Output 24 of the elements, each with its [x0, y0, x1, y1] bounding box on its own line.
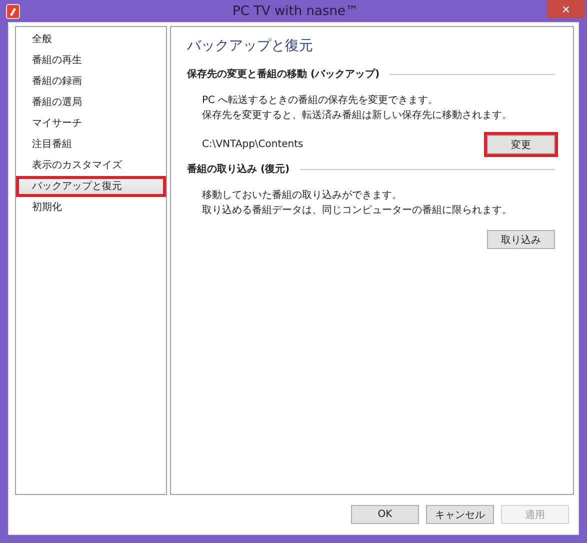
close-button[interactable]: ×: [547, 0, 586, 18]
app-icon: [6, 4, 20, 18]
action-button[interactable]: 取り込み: [487, 230, 555, 249]
window-title: PC TV with nasne™: [232, 4, 358, 18]
sidebar-item[interactable]: 番組の選局: [16, 92, 166, 113]
section-heading: 番組の取り込み (復元): [187, 162, 290, 176]
panel-title: バックアップと復元: [187, 37, 314, 55]
description-text: 取り込める番組データは、同じコンピューターの番組に限られます。: [202, 204, 513, 218]
sidebar-item[interactable]: 番組の録画: [16, 71, 166, 92]
description-text: PC へ転送するときの番組の保存先を変更できます。: [202, 94, 440, 108]
folder-path: C:\VNTApp\Contents: [202, 139, 304, 150]
dialog-button[interactable]: キャンセル: [426, 505, 494, 524]
sidebar-item[interactable]: 番組の再生: [16, 50, 166, 71]
section-heading: 保存先の変更と番組の移動 (バックアップ): [187, 67, 380, 81]
sidebar-item[interactable]: マイサーチ: [16, 113, 166, 134]
sidebar-item[interactable]: 初期化: [16, 197, 166, 218]
action-button[interactable]: 変更: [487, 135, 555, 154]
description-text: 移動しておいた番組の取り込みができます。: [202, 188, 403, 203]
sidebar-item[interactable]: 全般: [16, 29, 166, 50]
description-text: 保存先を変更すると、転送済み番組は新しい保存先に移動されます。: [202, 108, 513, 123]
sidebar-item[interactable]: バックアップと復元: [16, 176, 166, 197]
dialog-button[interactable]: OK: [351, 505, 419, 524]
sidebar-item[interactable]: 表示のカスタマイズ: [16, 155, 166, 176]
sidebar-item[interactable]: 注目番組: [16, 134, 166, 155]
